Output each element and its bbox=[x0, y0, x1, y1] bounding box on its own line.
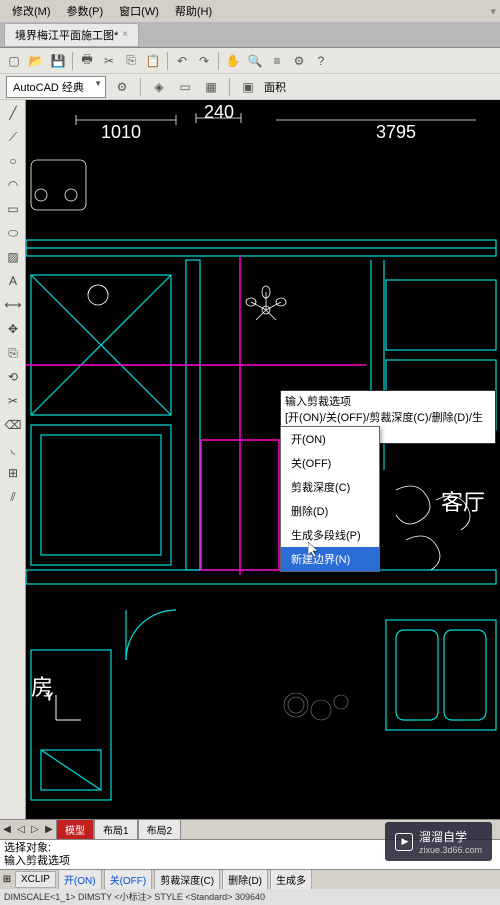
text-icon[interactable]: A bbox=[2, 270, 24, 292]
dim-1010: 1010 bbox=[101, 122, 141, 142]
tab-nav-next[interactable]: ▷ bbox=[28, 824, 42, 835]
menu-help[interactable]: 帮助(H) bbox=[167, 1, 220, 21]
erase-icon[interactable]: ⌫ bbox=[2, 414, 24, 436]
move-icon[interactable]: ✥ bbox=[2, 318, 24, 340]
context-item-depth[interactable]: 剪裁深度(C) bbox=[281, 475, 379, 499]
tab-nav-last[interactable]: ▶ bbox=[42, 824, 56, 835]
help-icon[interactable]: ? bbox=[311, 51, 331, 71]
label-living: 客厅 bbox=[441, 490, 485, 515]
zoom-icon[interactable]: 🔍 bbox=[245, 51, 265, 71]
print-icon[interactable]: 🖶 bbox=[77, 51, 97, 71]
area-label: 面积 bbox=[264, 79, 286, 95]
area-icon[interactable]: ▣ bbox=[238, 77, 258, 97]
tab-nav-first[interactable]: ◀ bbox=[0, 824, 14, 835]
style-toolbar: AutoCAD 经典 ⚙ ◈ ▭ ▦ ▣ 面积 bbox=[0, 74, 500, 100]
rect-icon[interactable]: ▭ bbox=[2, 198, 24, 220]
gear-icon[interactable]: ⚙ bbox=[112, 77, 132, 97]
circle-icon[interactable]: ○ bbox=[2, 150, 24, 172]
menu-modify[interactable]: 修改(M) bbox=[4, 1, 59, 21]
svg-text:Y: Y bbox=[46, 692, 53, 703]
array-icon[interactable]: ⊞ bbox=[2, 462, 24, 484]
paste-icon[interactable]: 📋 bbox=[143, 51, 163, 71]
trim-icon[interactable]: ✂ bbox=[2, 390, 24, 412]
tab-close-icon[interactable]: × bbox=[122, 29, 128, 40]
hatch-icon[interactable]: ▦ bbox=[201, 77, 221, 97]
status-gen[interactable]: 生成多 bbox=[270, 869, 312, 889]
status-handle-icon[interactable]: ⊞ bbox=[0, 874, 14, 885]
copy-tool-icon[interactable]: ⎘ bbox=[2, 342, 24, 364]
tab-model[interactable]: 模型 bbox=[56, 819, 94, 840]
new-icon[interactable]: ▢ bbox=[4, 51, 24, 71]
status-xclip[interactable]: XCLIP bbox=[15, 871, 56, 888]
open-icon[interactable]: 📂 bbox=[26, 51, 46, 71]
status-on[interactable]: 开(ON) bbox=[58, 869, 102, 889]
context-item-polyline[interactable]: 生成多段线(P) bbox=[281, 523, 379, 547]
workspace: ╱ ⟋ ○ ◠ ▭ ⬭ ▨ A ⟷ ✥ ⎘ ⟲ ✂ ⌫ ◟ ⊞ ⫽ bbox=[0, 100, 500, 819]
rotate-icon[interactable]: ⟲ bbox=[2, 366, 24, 388]
draw-toolbar: ╱ ⟋ ○ ◠ ▭ ⬭ ▨ A ⟷ ✥ ⎘ ⟲ ✂ ⌫ ◟ ⊞ ⫽ bbox=[0, 100, 26, 819]
watermark-sub: zixue.3d66.com bbox=[419, 845, 482, 855]
status-depth[interactable]: 剪裁深度(C) bbox=[154, 869, 220, 889]
status-bar: ⊞ XCLIP 开(ON) 关(OFF) 剪裁深度(C) 删除(D) 生成多 bbox=[0, 869, 500, 889]
redo-icon[interactable]: ↷ bbox=[194, 51, 214, 71]
drawing-canvas[interactable]: 1010 240 3795 bbox=[26, 100, 500, 819]
context-item-off[interactable]: 关(OFF) bbox=[281, 451, 379, 475]
workspace-dropdown[interactable]: AutoCAD 经典 bbox=[6, 76, 106, 98]
context-item-boundary[interactable]: 新建边界(N) bbox=[281, 547, 379, 571]
cut-icon[interactable]: ✂ bbox=[99, 51, 119, 71]
menu-window[interactable]: 窗口(W) bbox=[111, 1, 167, 21]
polyline-icon[interactable]: ⟋ bbox=[2, 126, 24, 148]
hatch-tool-icon[interactable]: ▨ bbox=[2, 246, 24, 268]
layer-icon[interactable]: ◈ bbox=[149, 77, 169, 97]
tab-nav-prev[interactable]: ◁ bbox=[14, 824, 28, 835]
document-tabbar: 境界梅江平面施工图* × bbox=[0, 22, 500, 48]
block-icon[interactable]: ▭ bbox=[175, 77, 195, 97]
pan-icon[interactable]: ✋ bbox=[223, 51, 243, 71]
tab-layout2[interactable]: 布局2 bbox=[138, 819, 182, 840]
context-item-on[interactable]: 开(ON) bbox=[281, 427, 379, 451]
context-title: 输入剪裁选项 bbox=[285, 393, 491, 409]
main-toolbar: ▢ 📂 💾 🖶 ✂ ⎘ 📋 ↶ ↷ ✋ 🔍 ≡ ⚙ ? bbox=[0, 48, 500, 74]
line-icon[interactable]: ╱ bbox=[2, 102, 24, 124]
save-icon[interactable]: 💾 bbox=[48, 51, 68, 71]
dim-3795: 3795 bbox=[376, 122, 416, 142]
layers-icon[interactable]: ≡ bbox=[267, 51, 287, 71]
footer-bar: DIMSCALE<1_1> DIMSTY <小标注> STYLE <Standa… bbox=[0, 889, 500, 905]
copy-icon[interactable]: ⎘ bbox=[121, 51, 141, 71]
fillet-icon[interactable]: ◟ bbox=[2, 438, 24, 460]
dim-240: 240 bbox=[204, 102, 234, 122]
menu-right-icon[interactable]: ▾ bbox=[490, 5, 496, 18]
undo-icon[interactable]: ↶ bbox=[172, 51, 192, 71]
tab-layout1[interactable]: 布局1 bbox=[94, 819, 138, 840]
watermark-title: 溜溜自学 bbox=[419, 828, 482, 845]
footer-text: DIMSCALE<1_1> DIMSTY <小标注> STYLE <Standa… bbox=[4, 892, 265, 902]
menubar: 修改(M) 参数(P) 窗口(W) 帮助(H) ▾ bbox=[0, 0, 500, 22]
status-off[interactable]: 关(OFF) bbox=[104, 869, 153, 889]
ellipse-icon[interactable]: ⬭ bbox=[2, 222, 24, 244]
context-menu: 开(ON) 关(OFF) 剪裁深度(C) 删除(D) 生成多段线(P) 新建边界… bbox=[280, 426, 380, 572]
arc-icon[interactable]: ◠ bbox=[2, 174, 24, 196]
play-icon: ▶ bbox=[395, 833, 413, 851]
dim-icon[interactable]: ⟷ bbox=[2, 294, 24, 316]
tab-title: 境界梅江平面施工图* bbox=[15, 27, 118, 43]
properties-icon[interactable]: ⚙ bbox=[289, 51, 309, 71]
document-tab[interactable]: 境界梅江平面施工图* × bbox=[4, 23, 139, 47]
offset-icon[interactable]: ⫽ bbox=[2, 486, 24, 508]
status-delete[interactable]: 删除(D) bbox=[222, 869, 268, 889]
context-item-delete[interactable]: 删除(D) bbox=[281, 499, 379, 523]
menu-params[interactable]: 参数(P) bbox=[59, 1, 112, 21]
watermark: ▶ 溜溜自学 zixue.3d66.com bbox=[385, 822, 492, 861]
